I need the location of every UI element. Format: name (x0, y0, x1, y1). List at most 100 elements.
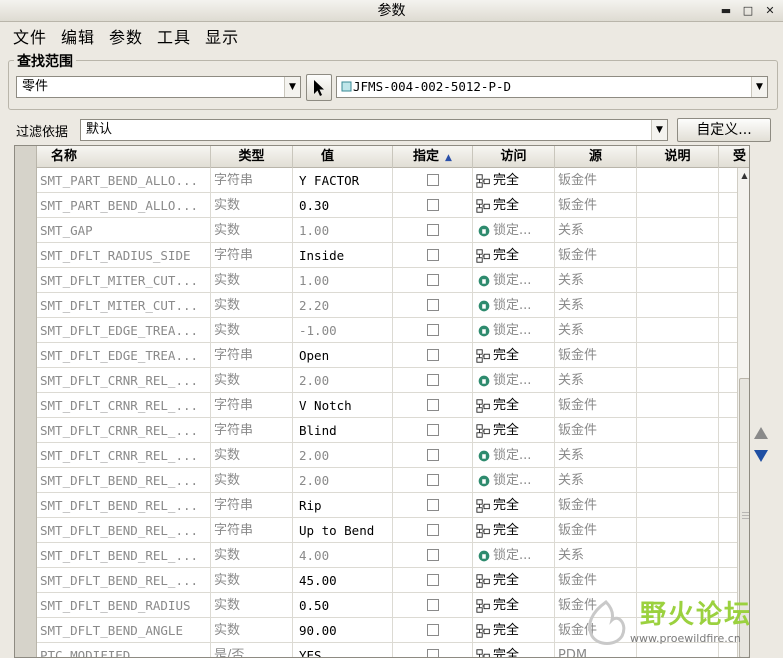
scroll-up-icon[interactable]: ▲ (738, 168, 749, 184)
param-value[interactable]: YES (293, 643, 393, 657)
table-row[interactable]: SMT_DFLT_CRNR_REL_... 实数 2.00 锁定... 关系 (37, 368, 737, 393)
column-header-designate[interactable]: 指定 ▲ (393, 146, 473, 168)
designate-checkbox[interactable] (426, 324, 439, 336)
filter-select[interactable]: 默认 ▼ (80, 119, 668, 141)
designate-checkbox[interactable] (426, 174, 439, 186)
param-value[interactable]: 45.00 (293, 568, 393, 593)
maximize-icon[interactable]: □ (741, 4, 755, 18)
lock-icon (478, 300, 490, 311)
param-description[interactable] (637, 368, 719, 393)
menu-edit[interactable]: 编辑 (54, 24, 102, 48)
table-row[interactable]: SMT_DFLT_MITER_CUT... 实数 2.20 锁定... 关系 (37, 293, 737, 318)
access-label: 锁定... (493, 373, 532, 388)
param-description[interactable] (637, 443, 719, 468)
column-header-name[interactable]: 名称 (37, 146, 211, 168)
param-description[interactable] (637, 218, 719, 243)
designate-checkbox[interactable] (426, 399, 439, 411)
designate-checkbox[interactable] (426, 299, 439, 311)
column-header-source[interactable]: 源 (555, 146, 637, 168)
move-down-icon[interactable] (753, 449, 769, 465)
access-label: 完全 (493, 248, 520, 263)
param-name: SMT_DFLT_BEND_REL_... (37, 568, 211, 593)
table-row[interactable]: SMT_DFLT_BEND_REL_... 实数 45.00 完全 钣金件 (37, 568, 737, 593)
table-row[interactable]: SMT_PART_BEND_ALLO... 字符串 Y FACTOR 完全 钣金件 (37, 168, 737, 193)
column-header-restricted[interactable]: 受 (719, 146, 749, 168)
table-row[interactable]: SMT_DFLT_RADIUS_SIDE 字符串 Inside 完全 钣金件 (37, 243, 737, 268)
designate-checkbox[interactable] (426, 449, 439, 461)
menu-file[interactable]: 文件 (6, 24, 54, 48)
param-value[interactable]: Y FACTOR (293, 168, 393, 193)
designate-checkbox[interactable] (426, 349, 439, 361)
chevron-down-icon[interactable]: ▼ (751, 77, 767, 97)
column-header-value[interactable]: 值 (293, 146, 393, 168)
table-row[interactable]: SMT_DFLT_BEND_REL_... 字符串 Rip 完全 钣金件 (37, 493, 737, 518)
column-header-type[interactable]: 类型 (211, 146, 293, 168)
designate-checkbox[interactable] (426, 649, 439, 657)
param-value[interactable]: 0.50 (293, 593, 393, 618)
table-row[interactable]: SMT_DFLT_BEND_REL_... 实数 4.00 锁定... 关系 (37, 543, 737, 568)
vertical-scrollbar[interactable]: ▲ ― ― ― (737, 168, 749, 657)
close-icon[interactable]: ✕ (763, 4, 777, 18)
param-description[interactable] (637, 268, 719, 293)
param-description[interactable] (637, 393, 719, 418)
table-row[interactable]: SMT_DFLT_BEND_REL_... 实数 2.00 锁定... 关系 (37, 468, 737, 493)
param-description[interactable] (637, 343, 719, 368)
designate-checkbox[interactable] (426, 524, 439, 536)
param-description[interactable] (637, 193, 719, 218)
param-restricted (719, 168, 737, 193)
designate-checkbox[interactable] (426, 199, 439, 211)
param-value[interactable]: Open (293, 343, 393, 368)
designate-checkbox[interactable] (426, 549, 439, 561)
designate-checkbox[interactable] (426, 599, 439, 611)
table-row[interactable]: SMT_DFLT_CRNR_REL_... 字符串 Blind 完全 钣金件 (37, 418, 737, 443)
param-description[interactable] (637, 468, 719, 493)
designate-checkbox[interactable] (426, 624, 439, 636)
model-select[interactable]: JFMS-004-002-5012-P-D ▼ (336, 76, 768, 98)
customize-button[interactable]: 自定义... (677, 118, 771, 142)
designate-checkbox[interactable] (426, 424, 439, 436)
menu-tools[interactable]: 工具 (150, 24, 198, 48)
param-value[interactable]: Up to Bend (293, 518, 393, 543)
param-description[interactable] (637, 243, 719, 268)
chevron-down-icon[interactable]: ▼ (651, 120, 667, 140)
menu-parameters[interactable]: 参数 (102, 24, 150, 48)
table-row[interactable]: SMT_DFLT_EDGE_TREA... 字符串 Open 完全 钣金件 (37, 343, 737, 368)
designate-checkbox[interactable] (426, 374, 439, 386)
param-description[interactable] (637, 543, 719, 568)
designate-checkbox[interactable] (426, 474, 439, 486)
column-header-description[interactable]: 说明 (637, 146, 719, 168)
param-description[interactable] (637, 418, 719, 443)
table-row[interactable]: SMT_GAP 实数 1.00 锁定... 关系 (37, 218, 737, 243)
designate-checkbox[interactable] (426, 574, 439, 586)
minimize-icon[interactable]: ▬ (719, 4, 733, 18)
param-value[interactable]: 90.00 (293, 618, 393, 643)
scope-select[interactable]: 零件 ▼ (16, 76, 301, 98)
column-header-access[interactable]: 访问 (473, 146, 555, 168)
param-description[interactable] (637, 568, 719, 593)
designate-checkbox[interactable] (426, 274, 439, 286)
param-value[interactable]: V Notch (293, 393, 393, 418)
param-value[interactable]: Blind (293, 418, 393, 443)
designate-checkbox[interactable] (426, 499, 439, 511)
menu-display[interactable]: 显示 (198, 24, 246, 48)
param-description[interactable] (637, 293, 719, 318)
param-value[interactable]: Inside (293, 243, 393, 268)
chevron-down-icon[interactable]: ▼ (284, 77, 300, 97)
table-row[interactable]: SMT_DFLT_CRNR_REL_... 字符串 V Notch 完全 钣金件 (37, 393, 737, 418)
move-up-icon[interactable] (753, 426, 769, 442)
param-description[interactable] (637, 518, 719, 543)
table-row[interactable]: SMT_DFLT_MITER_CUT... 实数 1.00 锁定... 关系 (37, 268, 737, 293)
table-row[interactable]: SMT_DFLT_BEND_REL_... 字符串 Up to Bend 完全 钣金件 (37, 518, 737, 543)
param-value[interactable]: 0.30 (293, 193, 393, 218)
param-description[interactable] (637, 318, 719, 343)
param-value[interactable]: Rip (293, 493, 393, 518)
param-value: 2.00 (293, 468, 393, 493)
param-description[interactable] (637, 168, 719, 193)
param-description[interactable] (637, 493, 719, 518)
table-row[interactable]: SMT_PART_BEND_ALLO... 实数 0.30 完全 钣金件 (37, 193, 737, 218)
designate-checkbox[interactable] (426, 249, 439, 261)
designate-checkbox[interactable] (426, 224, 439, 236)
table-row[interactable]: SMT_DFLT_EDGE_TREA... 实数 -1.00 锁定... 关系 (37, 318, 737, 343)
table-row[interactable]: SMT_DFLT_CRNR_REL_... 实数 2.00 锁定... 关系 (37, 443, 737, 468)
select-model-button[interactable] (306, 74, 332, 101)
